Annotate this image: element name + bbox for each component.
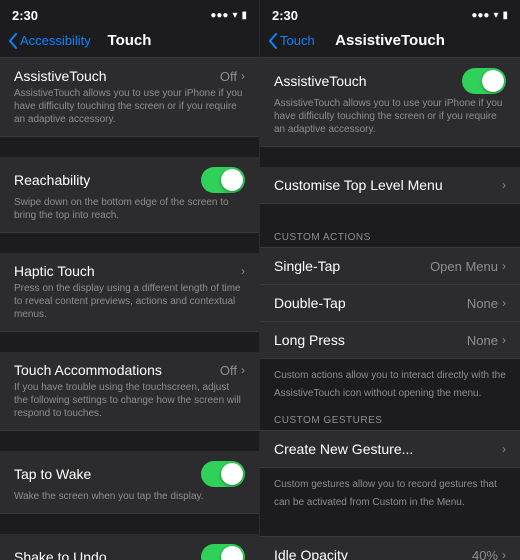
idle-opacity-label: Idle Opacity [274,547,348,560]
reachability-item[interactable]: Reachability Swipe down on the bottom ed… [0,157,259,233]
right-content: AssistiveTouch AssistiveTouch allows you… [260,57,520,560]
single-tap-value: Open Menu [430,259,498,274]
right-divider-1 [260,147,520,167]
haptic-touch-label: Haptic Touch [14,263,95,279]
right-back-button[interactable]: Touch [268,33,315,49]
idle-opacity-chevron: › [502,548,506,560]
right-panel: 2:30 ●●● ▾ ▮ Touch AssistiveTouch Assist… [260,0,520,560]
left-back-button[interactable]: Accessibility [8,33,91,49]
custom-actions-header: CUSTOM ACTIONS [260,224,520,247]
haptic-touch-item[interactable]: Haptic Touch › Press on the display usin… [0,253,259,332]
touch-accommodations-desc: If you have trouble using the touchscree… [14,381,245,420]
battery-icon: ▮ [241,10,247,21]
divider-5 [0,514,259,534]
right-nav-bar: Touch AssistiveTouch [260,28,520,57]
haptic-touch-chevron: › [241,264,245,278]
single-tap-label: Single-Tap [274,258,340,274]
tap-to-wake-desc: Wake the screen when you tap the display… [14,490,245,503]
customise-menu-chevron: › [502,178,506,192]
right-signal-icon: ●●● [471,10,489,21]
assistivetouch-item[interactable]: AssistiveTouch Off › AssistiveTouch allo… [0,57,259,137]
assistivetouch-label: AssistiveTouch [14,68,107,84]
long-press-value: None [467,333,498,348]
wifi-icon: ▾ [232,10,237,21]
right-divider-3 [260,516,520,536]
assistivetouch-chevron: › [241,69,245,83]
tap-to-wake-toggle-thumb [221,463,243,485]
single-tap-right: Open Menu › [430,259,506,274]
double-tap-label: Double-Tap [274,295,346,311]
create-gesture-label: Create New Gesture... [274,441,413,457]
left-back-label: Accessibility [20,33,91,48]
assistivetouch-right: Off › [220,69,245,84]
right-assistivetouch-item[interactable]: AssistiveTouch AssistiveTouch allows you… [260,57,520,147]
tap-to-wake-toggle[interactable] [201,461,245,487]
customise-menu-label: Customise Top Level Menu [274,177,443,193]
single-tap-item[interactable]: Single-Tap Open Menu › [260,247,520,285]
left-nav-bar: Accessibility Touch [0,28,259,57]
custom-gestures-header: CUSTOM GESTURES [260,407,520,430]
haptic-touch-right: › [241,264,245,278]
right-assistivetouch-label: AssistiveTouch [274,73,367,89]
right-battery-icon: ▮ [502,10,508,21]
double-tap-value: None [467,296,498,311]
assistivetouch-value: Off [220,69,237,84]
customise-menu-item[interactable]: Customise Top Level Menu › [260,167,520,204]
right-assistivetouch-desc: AssistiveTouch allows you to use your iP… [274,97,506,136]
tap-to-wake-label: Tap to Wake [14,466,91,482]
left-content: AssistiveTouch Off › AssistiveTouch allo… [0,57,259,560]
idle-opacity-value: 40% [472,548,498,560]
long-press-chevron: › [502,333,506,347]
divider-1 [0,137,259,157]
touch-accommodations-chevron: › [241,363,245,377]
idle-opacity-item[interactable]: Idle Opacity 40% › [260,536,520,560]
shake-to-undo-item[interactable]: Shake to Undo If you tend to shake your … [0,534,259,560]
idle-opacity-right: 40% › [472,548,506,560]
long-press-right: None › [467,333,506,348]
right-time: 2:30 [272,8,298,23]
left-panel: 2:30 ●●● ▾ ▮ Accessibility Touch Assisti… [0,0,260,560]
touch-accommodations-value: Off [220,363,237,378]
tap-to-wake-item[interactable]: Tap to Wake Wake the screen when you tap… [0,451,259,514]
left-nav-title: Touch [108,32,152,49]
right-status-bar: 2:30 ●●● ▾ ▮ [260,0,520,28]
haptic-touch-desc: Press on the display using a different l… [14,282,245,321]
right-assistivetouch-toggle[interactable] [462,68,506,94]
touch-accommodations-right: Off › [220,363,245,378]
right-divider-2 [260,204,520,224]
divider-2 [0,233,259,253]
divider-4 [0,431,259,451]
single-tap-chevron: › [502,259,506,273]
assistivetouch-desc: AssistiveTouch allows you to use your iP… [14,87,245,126]
right-back-label: Touch [280,33,315,48]
left-status-icons: ●●● ▾ ▮ [210,10,247,21]
custom-actions-footer: Custom actions allow you to interact dir… [274,370,506,399]
double-tap-chevron: › [502,296,506,310]
long-press-label: Long Press [274,332,345,348]
shake-to-undo-toggle[interactable] [201,544,245,560]
reachability-toggle-thumb [221,169,243,191]
right-status-icons: ●●● ▾ ▮ [471,10,508,21]
double-tap-right: None › [467,296,506,311]
right-wifi-icon: ▾ [493,10,498,21]
right-assistivetouch-toggle-thumb [482,70,504,92]
touch-accommodations-label: Touch Accommodations [14,362,162,378]
reachability-toggle[interactable] [201,167,245,193]
custom-gestures-footer: Custom gestures allow you to record gest… [274,479,497,508]
long-press-item[interactable]: Long Press None › [260,322,520,359]
create-gesture-item[interactable]: Create New Gesture... › [260,430,520,468]
right-nav-title: AssistiveTouch [335,32,445,49]
reachability-label: Reachability [14,172,90,188]
signal-icon: ●●● [210,10,228,21]
divider-3 [0,332,259,352]
shake-to-undo-toggle-thumb [221,546,243,560]
left-status-bar: 2:30 ●●● ▾ ▮ [0,0,259,28]
left-time: 2:30 [12,8,38,23]
reachability-desc: Swipe down on the bottom edge of the scr… [14,196,245,222]
create-gesture-chevron: › [502,442,506,456]
left-main-section: AssistiveTouch Off › AssistiveTouch allo… [0,57,259,560]
touch-accommodations-item[interactable]: Touch Accommodations Off › If you have t… [0,352,259,431]
double-tap-item[interactable]: Double-Tap None › [260,285,520,322]
shake-to-undo-label: Shake to Undo [14,549,107,560]
